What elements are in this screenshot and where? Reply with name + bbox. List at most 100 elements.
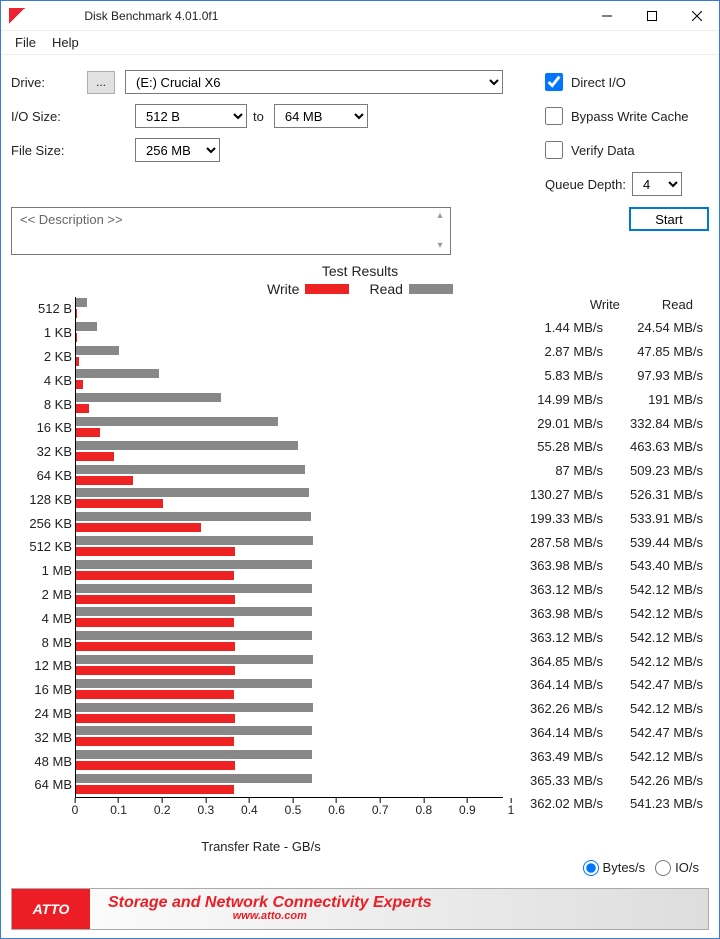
menu-file[interactable]: File — [7, 33, 44, 52]
menu-help[interactable]: Help — [44, 33, 87, 52]
chart-row: 128 KB — [76, 487, 503, 511]
write-value: 199.33 MB/s — [503, 511, 603, 526]
drive-select[interactable]: (E:) Crucial X6 — [125, 70, 503, 94]
queuedepth-select[interactable]: 4 — [632, 172, 682, 196]
write-bar — [76, 666, 235, 675]
write-bar — [76, 404, 89, 413]
write-bar — [76, 642, 235, 651]
value-row: 130.27 MB/s526.31 MB/s — [503, 483, 703, 507]
read-bar — [76, 679, 312, 688]
read-bar — [76, 560, 312, 569]
chart-row: 64 KB — [76, 464, 503, 488]
value-row: 363.98 MB/s543.40 MB/s — [503, 554, 703, 578]
queuedepth-label: Queue Depth: — [545, 177, 626, 192]
read-value: 542.47 MB/s — [603, 677, 703, 692]
directio-checkbox[interactable] — [545, 73, 563, 91]
iosize-from-select[interactable]: 512 B — [135, 104, 247, 128]
chart-row: 48 MB — [76, 749, 503, 773]
menubar: File Help — [1, 31, 719, 55]
bytes-radio-label[interactable]: Bytes/s — [583, 860, 646, 876]
bytes-radio[interactable] — [583, 860, 599, 876]
write-bar — [76, 547, 235, 556]
read-value: 47.85 MB/s — [603, 344, 703, 359]
value-row: 55.28 MB/s463.63 MB/s — [503, 435, 703, 459]
y-label: 4 MB — [20, 611, 76, 626]
description-placeholder: << Description >> — [20, 212, 123, 227]
y-label: 48 MB — [20, 754, 76, 769]
read-value: 543.40 MB/s — [603, 558, 703, 573]
x-tick: 0.6 — [328, 798, 345, 817]
scroll-up-icon[interactable]: ▴ — [434, 210, 446, 222]
iosize-label: I/O Size: — [11, 109, 87, 124]
filesize-label: File Size: — [11, 143, 87, 158]
chart-row: 16 KB — [76, 416, 503, 440]
drive-browse-button[interactable]: ... — [87, 71, 115, 94]
read-value: 526.31 MB/s — [603, 487, 703, 502]
y-label: 32 KB — [20, 444, 76, 459]
write-bar — [76, 714, 235, 723]
write-value: 365.33 MB/s — [503, 773, 603, 788]
value-row: 287.58 MB/s539.44 MB/s — [503, 530, 703, 554]
bypass-checkbox[interactable] — [545, 107, 563, 125]
read-value: 542.12 MB/s — [603, 654, 703, 669]
value-row: 87 MB/s509.23 MB/s — [503, 459, 703, 483]
write-value: 287.58 MB/s — [503, 535, 603, 550]
value-row: 363.98 MB/s542.12 MB/s — [503, 602, 703, 626]
write-value: 87 MB/s — [503, 463, 603, 478]
verify-label: Verify Data — [571, 143, 635, 158]
x-axis-label: Transfer Rate - GB/s — [19, 839, 503, 854]
ios-radio-label[interactable]: IO/s — [655, 860, 699, 876]
x-tick: 0.5 — [285, 798, 302, 817]
write-bar — [76, 690, 234, 699]
y-label: 2 KB — [20, 349, 76, 364]
value-row: 29.01 MB/s332.84 MB/s — [503, 411, 703, 435]
write-value: 130.27 MB/s — [503, 487, 603, 502]
start-button[interactable]: Start — [629, 207, 709, 231]
x-tick: 0.3 — [197, 798, 214, 817]
value-row: 5.83 MB/s97.93 MB/s — [503, 364, 703, 388]
y-label: 128 KB — [20, 492, 76, 507]
maximize-button[interactable] — [629, 1, 674, 31]
y-label: 16 MB — [20, 682, 76, 697]
read-value: 542.12 MB/s — [603, 606, 703, 621]
atto-logo: ATTO — [12, 889, 90, 929]
write-value: 1.44 MB/s — [503, 320, 603, 335]
value-row: 199.33 MB/s533.91 MB/s — [503, 506, 703, 530]
y-label: 2 MB — [20, 587, 76, 602]
read-bar — [76, 703, 313, 712]
x-tick: 0.8 — [415, 798, 432, 817]
chart-row: 2 MB — [76, 583, 503, 607]
y-label: 8 KB — [20, 397, 76, 412]
scroll-down-icon[interactable]: ▾ — [434, 240, 446, 252]
close-button[interactable] — [674, 1, 719, 31]
filesize-select[interactable]: 256 MB — [135, 138, 220, 162]
description-input[interactable]: << Description >> ▴ ▾ — [11, 207, 451, 255]
write-value: 363.49 MB/s — [503, 749, 603, 764]
x-tick: 0.2 — [154, 798, 171, 817]
y-label: 512 B — [20, 301, 76, 316]
verify-checkbox[interactable] — [545, 141, 563, 159]
read-bar — [76, 441, 298, 450]
atto-banner[interactable]: ATTO Storage and Network Connectivity Ex… — [11, 888, 709, 930]
chart-row: 32 KB — [76, 440, 503, 464]
write-value: 55.28 MB/s — [503, 439, 603, 454]
write-bar — [76, 357, 79, 366]
col-read-header: Read — [662, 297, 693, 312]
ios-radio[interactable] — [655, 860, 671, 876]
write-bar — [76, 309, 77, 318]
write-value: 364.14 MB/s — [503, 677, 603, 692]
chart-row: 24 MB — [76, 702, 503, 726]
drive-label: Drive: — [11, 75, 87, 90]
write-value: 363.12 MB/s — [503, 630, 603, 645]
iosize-to-select[interactable]: 64 MB — [274, 104, 368, 128]
legend-write-swatch — [305, 284, 349, 294]
chart-row: 64 MB — [76, 773, 503, 797]
write-bar — [76, 333, 77, 342]
read-value: 533.91 MB/s — [603, 511, 703, 526]
minimize-button[interactable] — [584, 1, 629, 31]
legend-read-swatch — [409, 284, 453, 294]
read-value: 509.23 MB/s — [603, 463, 703, 478]
read-value: 542.12 MB/s — [603, 749, 703, 764]
read-bar — [76, 393, 221, 402]
write-bar — [76, 571, 234, 580]
